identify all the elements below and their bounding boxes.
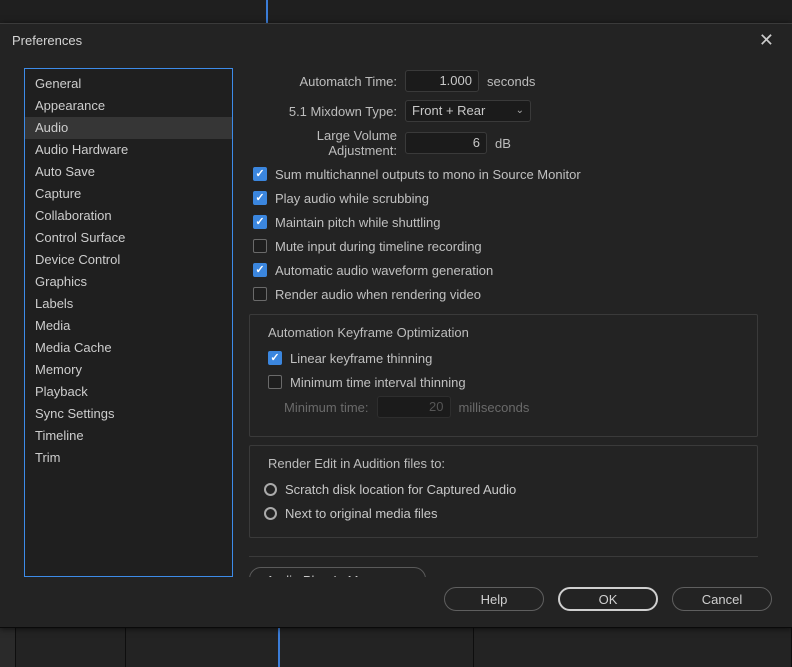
min-time-suffix: milliseconds: [459, 400, 530, 415]
titlebar: Preferences ✕: [0, 24, 792, 56]
sidebar-item-timeline[interactable]: Timeline: [25, 425, 232, 447]
sidebar-item-memory[interactable]: Memory: [25, 359, 232, 381]
timeline-playhead: [266, 0, 268, 23]
automatch-input[interactable]: 1.000: [405, 70, 479, 92]
window-title: Preferences: [12, 33, 753, 48]
auto-waveform-checkbox[interactable]: [253, 263, 267, 277]
maintain-pitch-checkbox[interactable]: [253, 215, 267, 229]
cancel-button[interactable]: Cancel: [672, 587, 772, 611]
mixdown-value: Front + Rear: [412, 100, 485, 122]
audio-plugin-manager-button[interactable]: Audio Plug-In Manager...: [249, 567, 426, 577]
timeline-bar: [0, 626, 792, 667]
large-volume-label: Large Volume Adjustment:: [249, 128, 405, 158]
play-while-scrubbing-checkbox[interactable]: [253, 191, 267, 205]
sidebar-item-device-control[interactable]: Device Control: [25, 249, 232, 271]
ok-button[interactable]: OK: [558, 587, 658, 611]
sidebar-item-capture[interactable]: Capture: [25, 183, 232, 205]
sidebar-item-graphics[interactable]: Graphics: [25, 271, 232, 293]
help-button[interactable]: Help: [444, 587, 544, 611]
large-volume-suffix: dB: [495, 136, 511, 151]
automation-keyframe-legend: Automation Keyframe Optimization: [264, 325, 473, 340]
sidebar-item-labels[interactable]: Labels: [25, 293, 232, 315]
render-audio-checkbox[interactable]: [253, 287, 267, 301]
sidebar-item-playback[interactable]: Playback: [25, 381, 232, 403]
play-while-scrubbing-label: Play audio while scrubbing: [275, 191, 429, 206]
render-edit-group: Render Edit in Audition files to: Scratc…: [249, 445, 758, 538]
sidebar-item-media-cache[interactable]: Media Cache: [25, 337, 232, 359]
linear-thinning-checkbox[interactable]: [268, 351, 282, 365]
next-to-original-label: Next to original media files: [285, 506, 437, 521]
min-time-label: Minimum time:: [284, 400, 369, 415]
render-edit-legend: Render Edit in Audition files to:: [264, 456, 449, 471]
scratch-disk-radio[interactable]: [264, 483, 277, 496]
interval-thinning-label: Minimum time interval thinning: [290, 375, 466, 390]
sidebar-item-audio-hardware[interactable]: Audio Hardware: [25, 139, 232, 161]
mixdown-label: 5.1 Mixdown Type:: [249, 104, 405, 119]
mute-input-label: Mute input during timeline recording: [275, 239, 482, 254]
category-sidebar: General Appearance Audio Audio Hardware …: [24, 68, 233, 577]
automation-keyframe-group: Automation Keyframe Optimization Linear …: [249, 314, 758, 437]
linear-thinning-label: Linear keyframe thinning: [290, 351, 432, 366]
auto-waveform-label: Automatic audio waveform generation: [275, 263, 493, 278]
automatch-suffix: seconds: [487, 74, 535, 89]
sidebar-item-audio[interactable]: Audio: [25, 117, 232, 139]
maintain-pitch-label: Maintain pitch while shuttling: [275, 215, 440, 230]
render-audio-label: Render audio when rendering video: [275, 287, 481, 302]
sidebar-item-sync-settings[interactable]: Sync Settings: [25, 403, 232, 425]
large-volume-input[interactable]: 6: [405, 132, 487, 154]
close-icon[interactable]: ✕: [753, 27, 780, 53]
sidebar-item-general[interactable]: General: [25, 73, 232, 95]
sidebar-item-auto-save[interactable]: Auto Save: [25, 161, 232, 183]
scratch-disk-label: Scratch disk location for Captured Audio: [285, 482, 516, 497]
sidebar-item-media[interactable]: Media: [25, 315, 232, 337]
dialog-button-bar: Help OK Cancel: [0, 577, 792, 627]
min-time-input: 20: [377, 396, 451, 418]
sidebar-item-collaboration[interactable]: Collaboration: [25, 205, 232, 227]
preferences-dialog: Preferences ✕ General Appearance Audio A…: [0, 23, 792, 628]
sidebar-item-control-surface[interactable]: Control Surface: [25, 227, 232, 249]
mixdown-select[interactable]: Front + Rear ⌄: [405, 100, 531, 122]
chevron-down-icon: ⌄: [516, 100, 524, 122]
next-to-original-radio[interactable]: [264, 507, 277, 520]
sum-multichannel-checkbox[interactable]: [253, 167, 267, 181]
automatch-label: Automatch Time:: [249, 74, 405, 89]
mute-input-checkbox[interactable]: [253, 239, 267, 253]
interval-thinning-checkbox[interactable]: [268, 375, 282, 389]
sidebar-item-appearance[interactable]: Appearance: [25, 95, 232, 117]
sum-multichannel-label: Sum multichannel outputs to mono in Sour…: [275, 167, 581, 182]
section-divider: [249, 556, 758, 557]
settings-content: Automatch Time: 1.000 seconds 5.1 Mixdow…: [233, 68, 776, 577]
sidebar-item-trim[interactable]: Trim: [25, 447, 232, 469]
